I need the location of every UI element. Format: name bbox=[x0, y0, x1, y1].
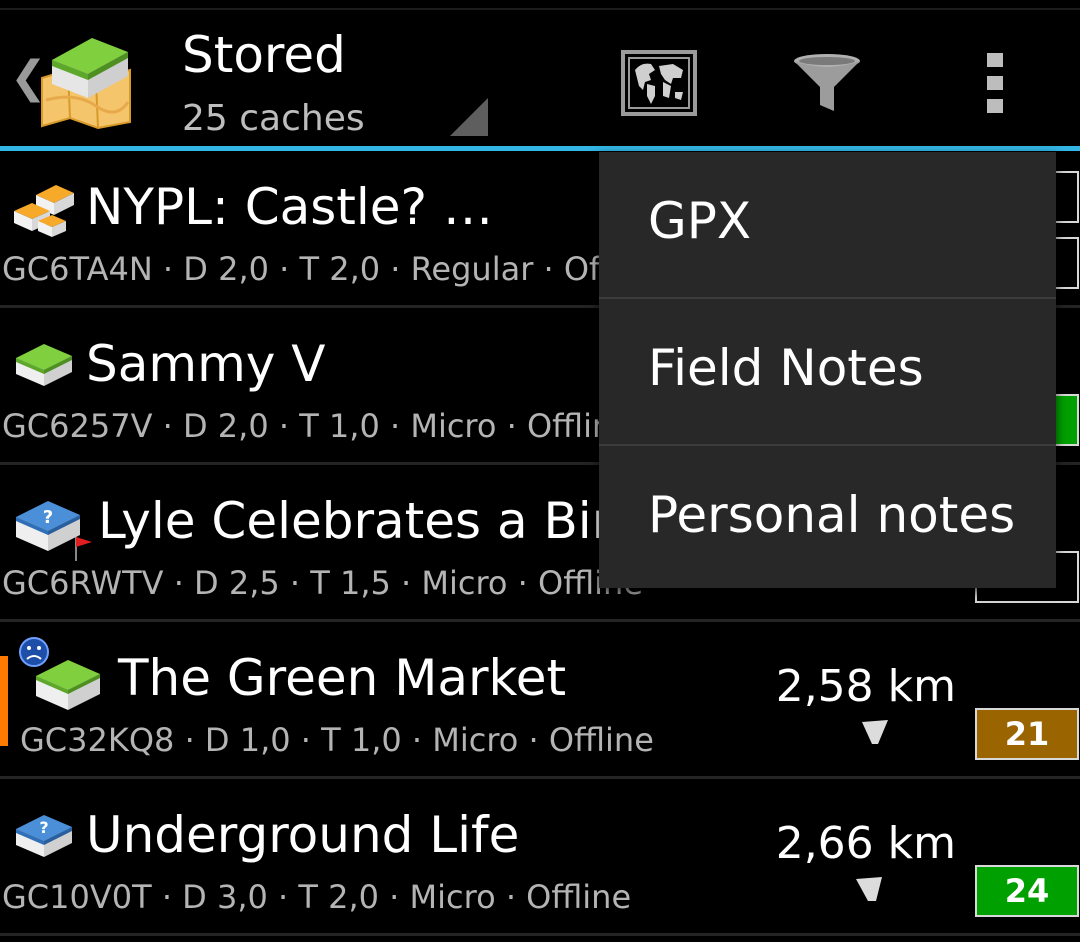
menu-item-gpx[interactable]: GPX bbox=[599, 152, 1056, 297]
mystery-cache-icon: ? bbox=[14, 495, 94, 565]
cache-name: Underground Life bbox=[86, 806, 520, 864]
mystery-cache-icon: ? bbox=[14, 809, 78, 869]
filter-button[interactable] bbox=[782, 40, 872, 126]
distance-label: 2,58 km bbox=[775, 661, 956, 712]
cache-info: GC6RWTV · D 2,5 · T 1,5 · Micro · Offlin… bbox=[2, 564, 643, 602]
list-item[interactable]: ? Underground Life GC10V0T · D 3,0 · T 2… bbox=[0, 779, 1080, 936]
geocache-app-icon[interactable] bbox=[36, 30, 136, 130]
list-item[interactable]: The Green Market GC32KQ8 · D 1,0 · T 1,0… bbox=[0, 622, 1080, 779]
status-badge: 24 bbox=[975, 865, 1079, 917]
cache-name: NYPL: Castle? … bbox=[86, 178, 493, 236]
cache-name: The Green Market bbox=[118, 649, 567, 707]
row-divider bbox=[0, 933, 1080, 936]
traditional-cache-icon bbox=[16, 636, 106, 716]
menu-item-label: Personal notes bbox=[648, 486, 1016, 544]
menu-item-personal-notes[interactable]: Personal notes bbox=[599, 446, 1056, 591]
list-selector[interactable]: Stored 25 caches bbox=[182, 22, 365, 144]
spinner-corner-icon[interactable] bbox=[450, 98, 488, 136]
menu-item-label: GPX bbox=[648, 192, 752, 250]
status-divider bbox=[0, 8, 1080, 10]
svg-text:?: ? bbox=[43, 507, 53, 528]
menu-item-label: Field Notes bbox=[648, 339, 924, 397]
overflow-menu-icon bbox=[987, 53, 1003, 113]
svg-text:?: ? bbox=[39, 818, 48, 837]
cache-info: GC6TA4N · D 2,0 · T 2,0 · Regular · Offl bbox=[2, 250, 620, 288]
direction-arrow-icon bbox=[860, 718, 890, 748]
distance-label: 2,66 km bbox=[775, 818, 956, 869]
cache-info: GC10V0T · D 3,0 · T 2,0 · Micro · Offlin… bbox=[2, 878, 632, 916]
cache-info: GC32KQ8 · D 1,0 · T 1,0 · Micro · Offlin… bbox=[20, 721, 654, 759]
world-map-icon bbox=[621, 50, 697, 116]
menu-item-field-notes[interactable]: Field Notes bbox=[599, 299, 1056, 444]
cache-count: 25 caches bbox=[182, 98, 365, 139]
cache-name: Lyle Celebrates a Birt bbox=[98, 492, 632, 550]
multi-cache-icon bbox=[12, 181, 76, 241]
selection-marker bbox=[0, 656, 8, 746]
action-bar: ❮ Stored 25 caches bbox=[0, 0, 1080, 151]
direction-arrow-icon bbox=[854, 875, 884, 905]
page-title: Stored bbox=[182, 26, 346, 84]
traditional-cache-icon bbox=[14, 338, 78, 398]
funnel-icon bbox=[794, 54, 860, 111]
overflow-popup-menu: GPX Field Notes Personal notes bbox=[599, 152, 1056, 588]
cache-name: Sammy V bbox=[86, 335, 326, 393]
map-button[interactable] bbox=[614, 40, 704, 126]
status-badge: 21 bbox=[975, 708, 1079, 760]
overflow-menu-button[interactable] bbox=[950, 40, 1040, 126]
cache-info: GC6257V · D 2,0 · T 1,0 · Micro · Offlin bbox=[2, 407, 613, 445]
